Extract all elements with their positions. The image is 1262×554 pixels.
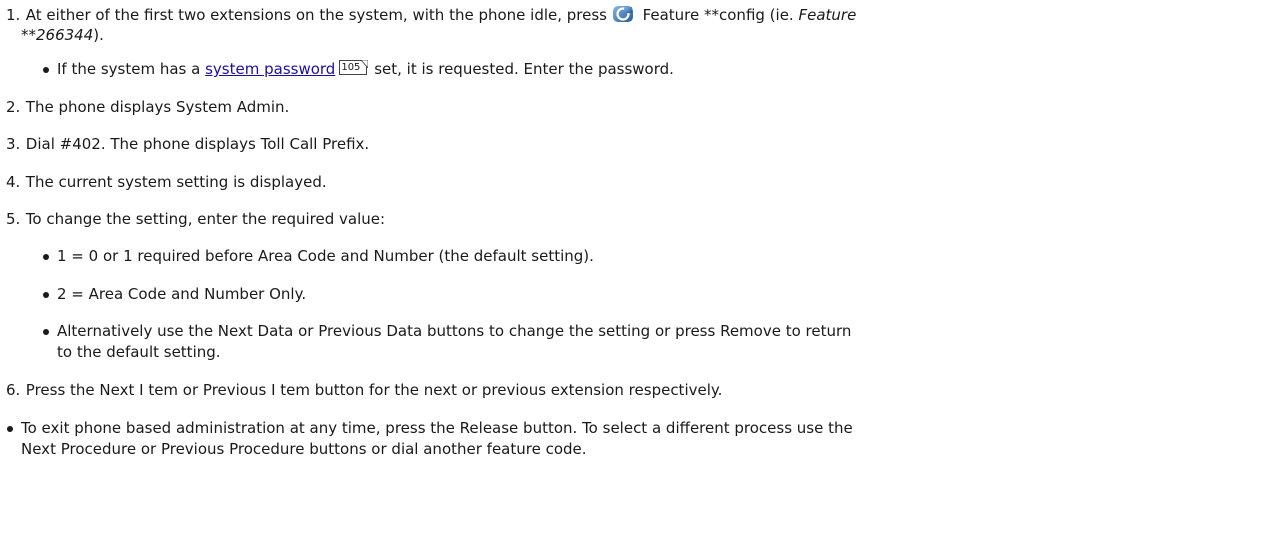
step-5: 5. To change the setting, enter the requ… bbox=[6, 209, 1256, 230]
step-text-end: ). bbox=[93, 26, 104, 44]
step-text-cont: Feature **config (ie. bbox=[642, 6, 794, 24]
step-text: Press the Next I tem or Previous I tem b… bbox=[25, 381, 723, 399]
bullet-password: If the system has a system password 105 s… bbox=[43, 59, 1257, 80]
bullet-text: 1 = 0 or 1 required before Area Code and… bbox=[57, 247, 594, 265]
step-number: 3. bbox=[6, 135, 21, 153]
step-number: 1. bbox=[6, 6, 21, 24]
bullet-alternative: Alternatively use the Next Data or Previ… bbox=[43, 321, 1257, 342]
bullet-value-1: 1 = 0 or 1 required before Area Code and… bbox=[43, 246, 1257, 267]
step-6: 6. Press the Next I tem or Previous I te… bbox=[6, 380, 1256, 401]
bullet-exit-cont: Next Procedure or Previous Procedure but… bbox=[21, 439, 1221, 460]
bullet-text: 2 = Area Code and Number Only. bbox=[57, 285, 307, 303]
bullet-dot bbox=[7, 426, 13, 432]
instructions-page: 1. At either of the first two extensions… bbox=[0, 0, 1262, 554]
page-ref-corner-icon bbox=[361, 60, 369, 68]
step-number: 4. bbox=[6, 173, 21, 191]
bullet-dot bbox=[43, 292, 49, 298]
bullet-dot bbox=[43, 329, 49, 335]
bullet-dot bbox=[43, 67, 49, 73]
step-number: 2. bbox=[6, 98, 21, 116]
step-1-cont: **266344). bbox=[21, 25, 1262, 46]
bullet-text-cont: Next Procedure or Previous Procedure but… bbox=[21, 440, 587, 458]
step-2: 2. The phone displays System Admin. bbox=[6, 97, 1256, 118]
example-code: **266344 bbox=[21, 26, 94, 44]
bullet-exit: To exit phone based administration at an… bbox=[7, 418, 1221, 439]
step-text: At either of the first two extensions on… bbox=[25, 6, 607, 24]
bullet-dot bbox=[43, 254, 49, 260]
bullet-text: If the system has a bbox=[57, 60, 201, 78]
page-ref-badge[interactable]: 105 bbox=[339, 60, 369, 75]
bullet-value-2: 2 = Area Code and Number Only. bbox=[43, 284, 1257, 305]
example-label: Feature bbox=[798, 6, 857, 24]
step-text: To change the setting, enter the require… bbox=[25, 210, 386, 228]
step-number: 6. bbox=[6, 381, 21, 399]
bullet-text-cont: set, it is requested. Enter the password… bbox=[374, 60, 674, 78]
system-password-link[interactable]: system password bbox=[205, 60, 335, 78]
bullet-text: Alternatively use the Next Data or Previ… bbox=[57, 322, 852, 340]
step-4: 4. The current system setting is display… bbox=[6, 172, 1256, 193]
step-number: 5. bbox=[6, 210, 21, 228]
bullet-text: To exit phone based administration at an… bbox=[21, 419, 853, 437]
step-text: The phone displays System Admin. bbox=[25, 98, 290, 116]
step-3: 3. Dial #402. The phone displays Toll Ca… bbox=[6, 134, 1256, 155]
bullet-text-cont: to the default setting. bbox=[57, 343, 221, 361]
page-ref-number: 105 bbox=[341, 62, 361, 73]
step-text: Dial #402. The phone displays Toll Call … bbox=[25, 135, 370, 153]
step-text: The current system setting is displayed. bbox=[25, 173, 327, 191]
bullet-alternative-cont: to the default setting. bbox=[57, 342, 1257, 363]
